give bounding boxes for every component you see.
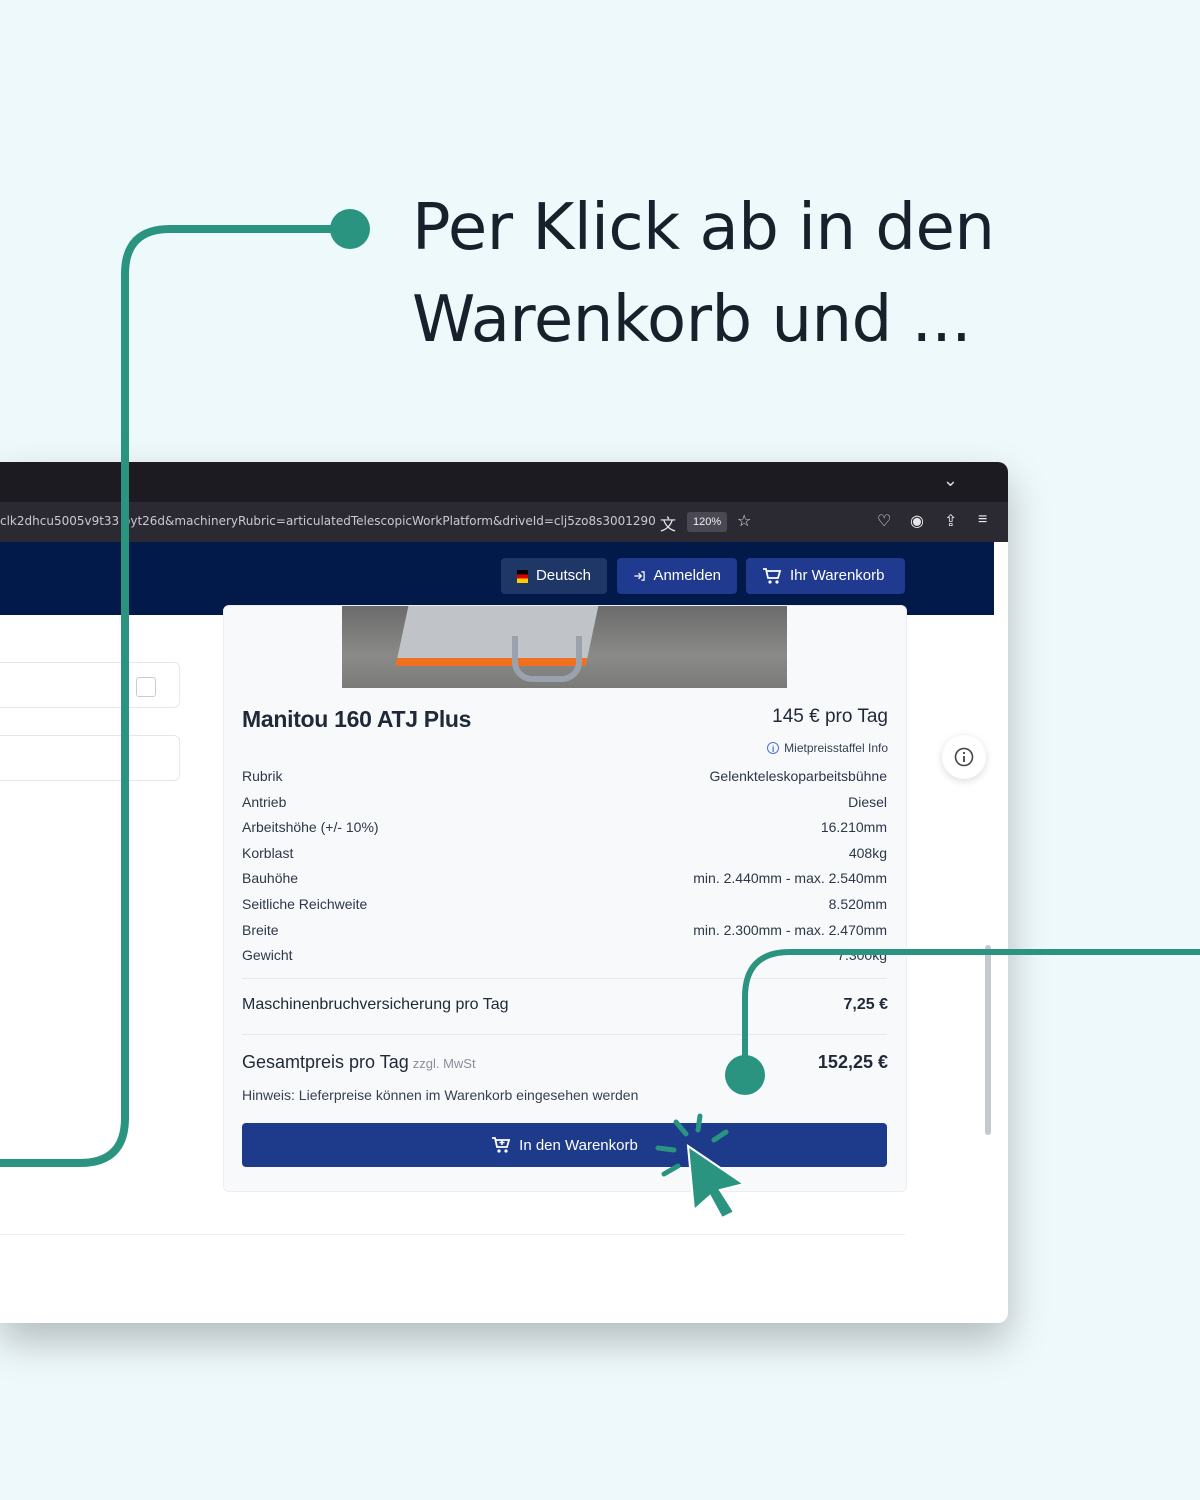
- info-icon: [954, 747, 974, 767]
- product-title: Manitou 160 ATJ Plus: [242, 706, 472, 732]
- browser-url-bar: clk2dhcu5005v9t33 oyt26d&machineryRubric…: [0, 502, 1008, 542]
- price-info-label: Mietpreisstaffel Info: [784, 741, 888, 755]
- spec-row: Korblast 408kg: [242, 841, 887, 867]
- cart-plus-icon: [492, 1137, 511, 1153]
- spec-label: Arbeitshöhe (+/- 10%): [242, 819, 379, 836]
- connector-dot-top: [330, 209, 370, 249]
- price-info-link[interactable]: i Mietpreisstaffel Info: [767, 741, 888, 755]
- headline: Per Klick ab in den Warenkorb und ...: [412, 182, 1112, 366]
- extensions-icon[interactable]: ⇪: [944, 511, 957, 531]
- login-icon: [634, 571, 645, 581]
- filter-checkbox[interactable]: [136, 677, 156, 697]
- language-label: Deutsch: [535, 567, 591, 584]
- account-icon[interactable]: ◉: [910, 511, 924, 531]
- total-label: Gesamtpreis pro Tag zzgl. MwSt: [242, 1052, 476, 1073]
- spec-value: 8.520mm: [828, 895, 887, 912]
- bookmark-star-icon[interactable]: ☆: [737, 511, 751, 531]
- spec-row: Antrieb Diesel: [242, 790, 887, 816]
- product-card: Manitou 160 ATJ Plus 145 € pro Tag i Mie…: [223, 605, 907, 1192]
- delivery-note: Hinweis: Lieferpreise können im Warenkor…: [242, 1087, 639, 1103]
- spec-label: Breite: [242, 921, 279, 938]
- tax-note: zzgl. MwSt: [412, 1056, 476, 1071]
- divider: [0, 1234, 905, 1235]
- total-value: 152,25 €: [817, 1052, 888, 1072]
- headline-line-2: Warenkorb und ...: [412, 283, 972, 357]
- spec-row: Seitliche Reichweite 8.520mm: [242, 892, 887, 918]
- zoom-level-badge[interactable]: 120%: [687, 512, 728, 532]
- spec-row: Bauhöhe min. 2.440mm - max. 2.540mm: [242, 866, 887, 892]
- spec-label: Gewicht: [242, 947, 293, 964]
- spec-value: Gelenkteleskoparbeitsbühne: [709, 768, 887, 784]
- spec-value: Diesel: [848, 793, 887, 810]
- german-flag-icon: [517, 569, 528, 583]
- login-button[interactable]: Anmelden: [617, 558, 737, 594]
- spec-table: Rubrik Gelenkteleskoparbeitsbühne Antrie…: [242, 764, 887, 969]
- spec-value: 7.300kg: [837, 947, 887, 964]
- spec-row: Breite min. 2.300mm - max. 2.470mm: [242, 918, 887, 944]
- spec-label: Rubrik: [242, 768, 283, 784]
- cart-icon: [763, 568, 782, 584]
- spec-row: Arbeitshöhe (+/- 10%) 16.210mm: [242, 815, 887, 841]
- translate-icon[interactable]: 文: [660, 511, 676, 535]
- browser-tab-bar: ⌄: [0, 462, 1008, 502]
- url-text[interactable]: clk2dhcu5005v9t33 oyt26d&machineryRubric…: [0, 514, 655, 528]
- spec-value: 16.210mm: [820, 819, 887, 836]
- login-label: Anmelden: [653, 567, 721, 584]
- floating-info-button[interactable]: [942, 735, 986, 779]
- scrollbar-thumb[interactable]: [985, 945, 991, 1135]
- spec-label: Antrieb: [242, 793, 287, 810]
- browser-window: ⌄ clk2dhcu5005v9t33 oyt26d&machineryRubr…: [0, 462, 1008, 1323]
- spec-label: Seitliche Reichweite: [242, 895, 368, 912]
- menu-icon[interactable]: ≡: [978, 511, 987, 529]
- total-label-text: Gesamtpreis pro Tag: [242, 1052, 409, 1072]
- filter-input-2[interactable]: [0, 735, 180, 781]
- divider: [242, 978, 887, 979]
- product-price: 145 € pro Tag: [772, 706, 888, 727]
- cart-label: Ihr Warenkorb: [790, 567, 885, 584]
- info-icon: i: [767, 742, 780, 754]
- page-content: Manitou 160 ATJ Plus 145 € pro Tag i Mie…: [0, 605, 994, 1323]
- product-image: [342, 606, 787, 688]
- add-to-cart-button[interactable]: In den Warenkorb: [242, 1123, 887, 1167]
- divider: [242, 1034, 887, 1035]
- headline-line-1: Per Klick ab in den: [412, 191, 995, 265]
- spec-label: Bauhöhe: [242, 870, 299, 887]
- spec-row: Gewicht 7.300kg: [242, 943, 887, 969]
- spec-value: min. 2.440mm - max. 2.540mm: [693, 870, 887, 887]
- add-to-cart-label: In den Warenkorb: [519, 1136, 638, 1154]
- insurance-label: Maschinenbruchversicherung pro Tag: [242, 996, 509, 1013]
- chevron-down-icon[interactable]: ⌄: [943, 470, 958, 491]
- spec-row: Rubrik Gelenkteleskoparbeitsbühne: [242, 764, 887, 790]
- insurance-value: 7,25 €: [843, 996, 888, 1013]
- spec-label: Korblast: [242, 844, 294, 861]
- filter-input-1[interactable]: [0, 662, 180, 708]
- spec-value: min. 2.300mm - max. 2.470mm: [693, 921, 887, 938]
- language-button[interactable]: Deutsch: [501, 558, 607, 594]
- cart-button[interactable]: Ihr Warenkorb: [746, 558, 905, 594]
- spec-value: 408kg: [848, 844, 887, 861]
- pocket-icon[interactable]: ♡: [877, 511, 891, 531]
